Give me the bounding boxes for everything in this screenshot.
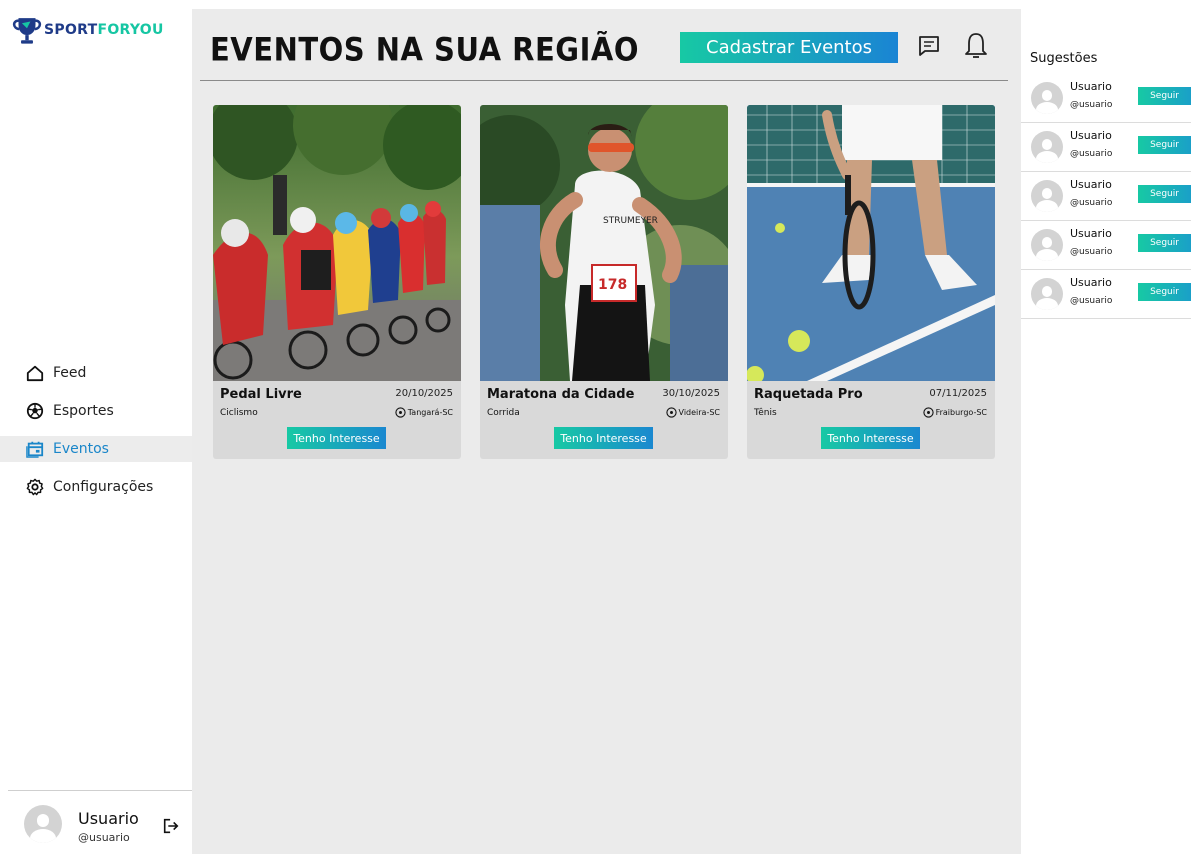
logo[interactable]: SPORTFORYOU bbox=[10, 12, 164, 48]
nav-item-configuracoes[interactable]: Configurações bbox=[0, 474, 192, 500]
event-date: 07/11/2025 bbox=[929, 388, 987, 399]
event-date: 20/10/2025 bbox=[395, 388, 453, 399]
bell-icon[interactable] bbox=[962, 31, 990, 61]
nav-item-label: Eventos bbox=[53, 441, 109, 457]
suggestion-name[interactable]: Usuario bbox=[1070, 129, 1112, 142]
nav-item-esportes[interactable]: Esportes bbox=[0, 398, 192, 424]
suggestion-name[interactable]: Usuario bbox=[1070, 276, 1112, 289]
calendar-icon bbox=[26, 441, 44, 458]
avatar[interactable] bbox=[24, 805, 62, 843]
event-location: Fraiburgo-SC bbox=[922, 407, 987, 418]
event-card-maratona-da-cidade[interactable]: 178 STRUMEYER Maratona da Cidade 30/10/2… bbox=[480, 105, 728, 459]
event-location: Tangará-SC bbox=[395, 407, 453, 418]
nav-item-label: Configurações bbox=[53, 479, 154, 495]
suggestion-handle: @usuario bbox=[1070, 100, 1113, 110]
nav-menu: Feed Esportes Eventos Configurações bbox=[0, 360, 192, 512]
event-title: Pedal Livre bbox=[220, 387, 302, 402]
avatar[interactable] bbox=[1031, 278, 1063, 310]
event-location-text: Tangará-SC bbox=[407, 408, 453, 417]
suggestion-item: Usuario @usuario Seguir bbox=[1021, 270, 1191, 319]
suggestions-title: Sugestões bbox=[1030, 51, 1098, 66]
suggestion-item: Usuario @usuario Seguir bbox=[1021, 123, 1191, 172]
event-title: Raquetada Pro bbox=[754, 387, 863, 402]
ball-icon bbox=[26, 402, 44, 420]
event-category: Tênis bbox=[754, 408, 777, 418]
follow-button[interactable]: Seguir bbox=[1138, 185, 1191, 203]
brand-part-2: FORYOU bbox=[97, 22, 164, 38]
user-name: Usuario bbox=[78, 809, 139, 828]
nav-item-feed[interactable]: Feed bbox=[0, 360, 192, 386]
nav-item-label: Esportes bbox=[53, 403, 114, 419]
register-events-button[interactable]: Cadastrar Eventos bbox=[680, 32, 898, 63]
user-handle: @usuario bbox=[78, 831, 130, 844]
follow-button[interactable]: Seguir bbox=[1138, 283, 1191, 301]
svg-text:STRUMEYER: STRUMEYER bbox=[603, 216, 658, 226]
suggestion-name[interactable]: Usuario bbox=[1070, 80, 1112, 93]
page-title: EVENTOS NA SUA REGIÃO bbox=[210, 31, 639, 69]
suggestion-name[interactable]: Usuario bbox=[1070, 178, 1112, 191]
nav-item-eventos[interactable]: Eventos bbox=[0, 436, 192, 462]
brand-part-1: SPORT bbox=[44, 22, 98, 38]
event-image-cycling bbox=[213, 105, 461, 381]
event-category: Ciclismo bbox=[220, 408, 258, 418]
interest-button[interactable]: Tenho Interesse bbox=[287, 427, 386, 449]
interest-button[interactable]: Tenho Interesse bbox=[821, 427, 920, 449]
home-icon bbox=[26, 365, 44, 382]
suggestion-item: Usuario @usuario Seguir bbox=[1021, 221, 1191, 270]
suggestion-handle: @usuario bbox=[1070, 149, 1113, 159]
event-location: Videira-SC bbox=[665, 407, 720, 418]
suggestions-panel: Sugestões Usuario @usuario Seguir Usuari… bbox=[1021, 0, 1191, 854]
suggestion-handle: @usuario bbox=[1070, 198, 1113, 208]
event-title: Maratona da Cidade bbox=[487, 387, 635, 402]
follow-button[interactable]: Seguir bbox=[1138, 136, 1191, 154]
event-card-raquetada-pro[interactable]: Raquetada Pro 07/11/2025 Tênis Fraiburgo… bbox=[747, 105, 995, 459]
chat-icon[interactable] bbox=[916, 33, 942, 59]
sidebar: SPORTFORYOU Feed Esportes Eventos Config… bbox=[0, 0, 192, 854]
event-image-tennis bbox=[747, 105, 995, 381]
interest-button[interactable]: Tenho Interesse bbox=[554, 427, 653, 449]
suggestion-handle: @usuario bbox=[1070, 296, 1113, 306]
nav-item-label: Feed bbox=[53, 365, 87, 381]
avatar[interactable] bbox=[1031, 131, 1063, 163]
suggestion-name[interactable]: Usuario bbox=[1070, 227, 1112, 240]
suggestion-handle: @usuario bbox=[1070, 247, 1113, 257]
trophy-icon bbox=[12, 18, 42, 44]
follow-button[interactable]: Seguir bbox=[1138, 87, 1191, 105]
event-image-running: 178 STRUMEYER bbox=[480, 105, 728, 381]
event-card-pedal-livre[interactable]: Pedal Livre 20/10/2025 Ciclismo Tangará-… bbox=[213, 105, 461, 459]
svg-text:178: 178 bbox=[598, 277, 627, 293]
event-location-text: Fraiburgo-SC bbox=[935, 408, 987, 417]
follow-button[interactable]: Seguir bbox=[1138, 234, 1191, 252]
event-date: 30/10/2025 bbox=[662, 388, 720, 399]
header-divider bbox=[200, 80, 1008, 81]
avatar[interactable] bbox=[1031, 82, 1063, 114]
avatar[interactable] bbox=[1031, 229, 1063, 261]
event-category: Corrida bbox=[487, 408, 520, 418]
location-pin-icon bbox=[665, 407, 677, 418]
logout-icon[interactable] bbox=[162, 817, 180, 835]
location-pin-icon bbox=[395, 407, 406, 418]
avatar[interactable] bbox=[1031, 180, 1063, 212]
suggestion-item: Usuario @usuario Seguir bbox=[1021, 74, 1191, 123]
user-profile-bar: Usuario @usuario bbox=[8, 790, 192, 854]
brand-name: SPORTFORYOU bbox=[44, 22, 164, 38]
suggestion-item: Usuario @usuario Seguir bbox=[1021, 172, 1191, 221]
location-pin-icon bbox=[922, 407, 934, 418]
main-content: EVENTOS NA SUA REGIÃO Cadastrar Eventos bbox=[192, 9, 1021, 854]
event-location-text: Videira-SC bbox=[678, 408, 720, 417]
gear-icon bbox=[26, 478, 44, 496]
